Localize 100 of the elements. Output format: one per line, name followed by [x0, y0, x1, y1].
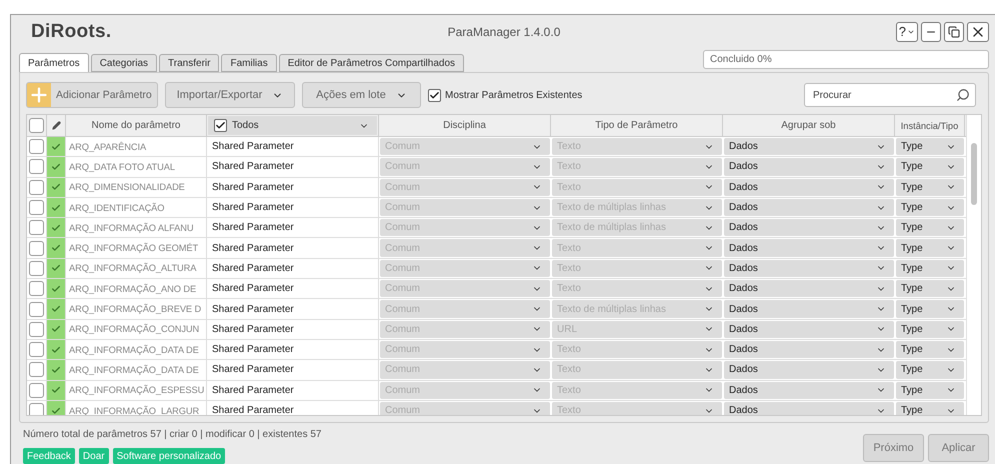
tab[interactable]: Parâmetros	[19, 53, 89, 72]
add-parameter-button[interactable]: Adicionar Parâmetro	[26, 82, 158, 108]
checkbox[interactable]	[428, 88, 441, 102]
instance-dropdown[interactable]: Type	[896, 361, 964, 379]
row-checkbox[interactable]	[29, 200, 44, 216]
row-checkbox[interactable]	[29, 322, 44, 337]
column-header: Nome do parâmetro	[66, 115, 207, 136]
check-icon	[51, 364, 61, 375]
row-checkbox[interactable]	[29, 139, 44, 154]
instance-dropdown[interactable]: Type	[896, 382, 964, 399]
parameter-source: Shared Parameter	[207, 238, 379, 258]
instance-dropdown[interactable]: Type	[896, 320, 964, 338]
import-export-dropdown[interactable]: Importar/Exportar	[165, 82, 295, 108]
column-header: Instância/Tipo	[895, 115, 965, 136]
row-checkbox[interactable]	[29, 159, 44, 174]
source-filter-dropdown[interactable]: Todos	[208, 116, 377, 135]
check-icon	[51, 222, 61, 233]
help-button[interactable]: ?	[896, 22, 918, 42]
instance-dropdown[interactable]: Type	[896, 239, 964, 257]
link-button[interactable]: Feedback	[23, 448, 75, 464]
parameter-name: ARQ_DIMENSIONALIDADE	[66, 178, 207, 197]
instance-dropdown[interactable]: Type	[896, 178, 964, 196]
row-checkbox[interactable]	[29, 362, 44, 378]
parameter-name: ARQ_INFORMAÇÃO_CONJUN	[66, 320, 207, 339]
column-header: Tipo de Parâmetro	[551, 115, 723, 136]
instance-dropdown[interactable]: Type	[896, 219, 964, 236]
group-dropdown[interactable]: Dados	[724, 260, 894, 278]
action-button[interactable]: Aplicar	[928, 434, 989, 462]
parameter-name: ARQ_INFORMAÇÃO_ESPESSU	[66, 380, 207, 400]
check-icon	[51, 182, 61, 192]
minimize-button[interactable]	[921, 22, 941, 42]
group-dropdown[interactable]: Dados	[724, 158, 894, 176]
row-checkbox[interactable]	[29, 220, 44, 236]
check-icon	[51, 142, 61, 152]
checkbox[interactable]	[214, 119, 227, 132]
batch-actions-dropdown[interactable]: Ações em lote	[302, 82, 421, 108]
group-dropdown[interactable]: Dados	[724, 178, 894, 196]
parameter-source: Shared Parameter	[207, 198, 379, 218]
tab[interactable]: Editor de Parâmetros Compartilhados	[278, 54, 464, 72]
parameter-name: ARQ_DATA FOTO ATUAL	[66, 157, 207, 177]
group-dropdown[interactable]: Dados	[724, 340, 894, 358]
tab[interactable]: Familias	[221, 54, 277, 72]
tab[interactable]: Transferir	[159, 54, 220, 72]
instance-dropdown[interactable]: Type	[896, 158, 964, 176]
group-dropdown[interactable]: Dados	[724, 361, 894, 379]
group-dropdown[interactable]: Dados	[724, 382, 894, 399]
check-icon	[51, 243, 61, 254]
select-all-checkbox[interactable]	[29, 118, 44, 133]
row-checkbox[interactable]	[29, 180, 44, 195]
parameter-name: ARQ_INFORMAÇÃO_DATA DE	[66, 340, 207, 360]
instance-dropdown[interactable]: Type	[896, 280, 964, 298]
column-header: Agrupar sob	[723, 115, 895, 136]
group-dropdown[interactable]: Dados	[724, 280, 894, 298]
instance-dropdown[interactable]: Type	[896, 402, 964, 415]
row-checkbox[interactable]	[29, 302, 44, 317]
parameter-name: ARQ_IDENTIFICAÇÃO	[66, 198, 207, 218]
group-dropdown[interactable]: Dados	[724, 198, 894, 216]
parameter-name: ARQ_INFORMAÇÃO ALFANU	[66, 218, 207, 238]
row-checkbox[interactable]	[29, 382, 44, 398]
instance-dropdown[interactable]: Type	[896, 340, 964, 358]
instance-dropdown[interactable]: Type	[896, 300, 964, 318]
parameter-source: Shared Parameter	[207, 320, 379, 339]
parameter-name: ARQ_INFORMAÇÃO_DATA DE	[66, 360, 207, 380]
plus-icon	[27, 83, 51, 107]
parameter-name: ARQ_INFORMAÇÃO GEOMÉT	[66, 238, 207, 258]
instance-dropdown[interactable]: Type	[896, 198, 964, 216]
search-field[interactable]: Procurar	[804, 83, 976, 107]
check-icon	[51, 406, 61, 415]
row-checkbox[interactable]	[29, 260, 44, 276]
check-icon	[51, 304, 61, 314]
group-dropdown[interactable]: Dados	[724, 402, 894, 415]
row-checkbox[interactable]	[29, 240, 44, 256]
tab[interactable]: Categorias	[90, 54, 158, 72]
group-dropdown[interactable]: Dados	[724, 138, 894, 156]
link-button[interactable]: Doar	[78, 448, 109, 464]
close-button[interactable]	[967, 22, 989, 42]
restore-button[interactable]	[944, 22, 964, 42]
instance-dropdown[interactable]: Type	[896, 260, 964, 278]
restore-icon	[948, 26, 960, 38]
group-dropdown[interactable]: Dados	[724, 320, 894, 338]
search-icon	[956, 88, 970, 102]
link-button[interactable]: Software personalizado	[112, 448, 226, 464]
column-header: Disciplina	[379, 115, 551, 136]
parameter-source: Shared Parameter	[207, 178, 379, 197]
parameter-name: ARQ_INFORMAÇÃO_ALTURA	[66, 258, 207, 278]
row-checkbox[interactable]	[29, 281, 44, 296]
row-checkbox[interactable]	[29, 342, 44, 358]
group-dropdown[interactable]: Dados	[724, 300, 894, 318]
parameter-name: ARQ_INFORMAÇÃO_BREVE D	[66, 299, 207, 319]
check-icon	[51, 385, 61, 396]
action-button[interactable]: Próximo	[863, 434, 924, 462]
check-icon	[51, 324, 61, 334]
window-title: ParaManager 1.4.0.0	[448, 24, 560, 39]
parameter-source: Shared Parameter	[207, 137, 379, 156]
group-dropdown[interactable]: Dados	[724, 219, 894, 236]
parameter-source: Shared Parameter	[207, 340, 379, 360]
parameter-source: Shared Parameter	[207, 380, 379, 400]
group-dropdown[interactable]: Dados	[724, 239, 894, 257]
row-checkbox[interactable]	[29, 403, 44, 415]
instance-dropdown[interactable]: Type	[896, 138, 964, 156]
